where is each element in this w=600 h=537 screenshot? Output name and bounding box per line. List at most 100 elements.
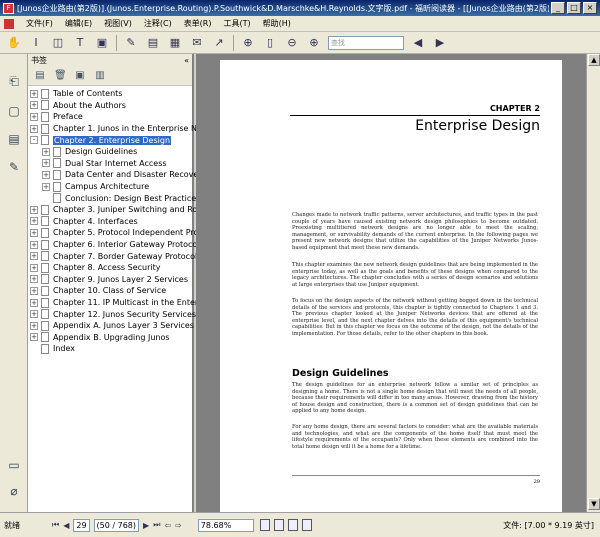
image-icon[interactable]: ▣ xyxy=(94,35,110,51)
vertical-scrollbar[interactable]: ▲ ▼ xyxy=(586,54,600,512)
expand-node-icon[interactable]: + xyxy=(30,298,38,307)
menu-help[interactable]: 帮助(H) xyxy=(257,18,297,29)
back-icon[interactable]: ◀ xyxy=(410,35,426,51)
expand-node-icon[interactable]: + xyxy=(30,252,38,261)
bookmark-item[interactable]: + Chapter 8. Access Security xyxy=(30,262,160,274)
last-page-icon[interactable]: ⏭ xyxy=(153,520,160,530)
goto-bookmark-icon[interactable]: ▥ xyxy=(94,70,106,82)
bookmark-item[interactable]: + Chapter 6. Interior Gateway Protocols xyxy=(30,239,204,251)
layers-icon[interactable]: ▤ xyxy=(6,132,22,148)
bookmark-item[interactable]: + Chapter 4. Interfaces xyxy=(30,216,138,228)
select-text-icon[interactable]: I xyxy=(28,35,44,51)
comment-icon[interactable]: ✉ xyxy=(189,35,205,51)
expand-node-icon[interactable]: + xyxy=(30,101,38,110)
maximize-button[interactable]: □ xyxy=(567,2,581,14)
expand-node-icon[interactable]: + xyxy=(30,124,38,133)
bookmark-item[interactable]: + Design Guidelines xyxy=(42,146,137,158)
arrow-icon[interactable]: ↗ xyxy=(211,35,227,51)
menu-view[interactable]: 视图(V) xyxy=(98,18,138,29)
menu-form[interactable]: 表单(R) xyxy=(178,18,218,29)
expand-node-icon[interactable]: + xyxy=(30,263,38,272)
expand-node-icon[interactable]: + xyxy=(42,170,50,179)
hand-icon[interactable]: ✋ xyxy=(6,35,22,51)
expand-node-icon[interactable]: + xyxy=(30,286,38,295)
zoom-out-icon[interactable]: ⊖ xyxy=(284,35,300,51)
zoom-in-icon[interactable]: ⊕ xyxy=(240,35,256,51)
history-back-icon[interactable]: ⇦ xyxy=(164,521,171,530)
bookmark-item[interactable]: + Appendix A. Junos Layer 3 Services xyxy=(30,320,194,332)
page-number-input[interactable]: 29 xyxy=(73,518,90,532)
menu-edit[interactable]: 编辑(E) xyxy=(59,18,98,29)
scroll-down-icon[interactable]: ▼ xyxy=(588,498,600,510)
bookmark-item[interactable]: + Chapter 10. Class of Service xyxy=(30,285,166,297)
expand-node-icon[interactable]: + xyxy=(42,182,50,191)
new-bookmark-icon[interactable]: ▤ xyxy=(34,70,46,82)
expand-node-icon[interactable]: + xyxy=(30,217,38,226)
scroll-up-icon[interactable]: ▲ xyxy=(588,54,600,66)
fit-page-icon[interactable]: ▯ xyxy=(262,35,278,51)
bookmark-item[interactable]: + Chapter 1. Junos in the Enterprise Net xyxy=(30,123,205,135)
expand-node-icon[interactable]: + xyxy=(30,112,38,121)
annotations-icon[interactable]: ✎ xyxy=(6,160,22,176)
close-button[interactable]: × xyxy=(583,2,597,14)
zoom-field[interactable]: 78.68% xyxy=(197,518,254,532)
bookmarks-icon[interactable]: ⎗ xyxy=(6,74,22,90)
typewriter-icon[interactable]: ✎ xyxy=(123,35,139,51)
minimize-button[interactable]: _ xyxy=(551,2,565,14)
bookmark-item[interactable]: + Campus Architecture xyxy=(42,181,149,193)
next-page-icon[interactable]: ▶ xyxy=(143,521,149,530)
menu-comment[interactable]: 注释(C) xyxy=(138,18,178,29)
expand-node-icon[interactable]: + xyxy=(42,159,50,168)
bookmark-item[interactable]: + About the Authors xyxy=(30,100,126,112)
bookmark-item[interactable]: + Chapter 7. Border Gateway Protocol ar xyxy=(30,250,208,262)
continuous-icon[interactable] xyxy=(273,519,284,531)
collapse-panel-button[interactable]: « xyxy=(184,56,189,65)
bookmark-item[interactable]: + Appendix B. Upgrading Junos xyxy=(30,332,170,344)
bookmark-item[interactable]: + Data Center and Disaster Recovery xyxy=(42,169,206,181)
bookmark-item[interactable]: + Preface xyxy=(30,111,83,123)
expand-bookmark-icon[interactable]: ▣ xyxy=(74,70,86,82)
bookmark-item[interactable]: - Chapter 2. Enterprise Design xyxy=(30,134,172,146)
bookmark-item[interactable]: + Chapter 12. Junos Security Services xyxy=(30,308,196,320)
note-icon[interactable]: ▦ xyxy=(167,35,183,51)
menu-file[interactable]: 文件(F) xyxy=(20,18,59,29)
bookmark-item[interactable]: + Chapter 11. IP Multicast in the Enterpr xyxy=(30,297,207,309)
paperclip-icon[interactable]: ⌀ xyxy=(6,484,22,500)
menu-tools[interactable]: 工具(T) xyxy=(218,18,257,29)
continuous-facing-icon[interactable] xyxy=(301,519,312,531)
zoom-plus-icon[interactable]: ⊕ xyxy=(306,35,322,51)
prev-page-icon[interactable]: ◀ xyxy=(63,521,69,530)
expand-node-icon[interactable]: + xyxy=(30,321,38,330)
bookmark-item[interactable]: Index xyxy=(30,343,75,355)
bookmark-item[interactable]: Conclusion: Design Best Practices xyxy=(42,192,200,204)
expand-node-icon[interactable]: + xyxy=(30,205,38,214)
pages-icon[interactable]: ▢ xyxy=(6,104,22,120)
snapshot-icon[interactable]: ◫ xyxy=(50,35,66,51)
delete-bookmark-icon[interactable]: 🗑 xyxy=(54,70,67,82)
collapse-node-icon[interactable]: - xyxy=(30,136,38,145)
expand-node-icon[interactable]: + xyxy=(30,89,38,98)
single-page-icon[interactable] xyxy=(259,519,270,531)
expand-node-icon[interactable]: + xyxy=(30,333,38,342)
expand-node-icon[interactable]: + xyxy=(30,240,38,249)
search-input[interactable]: 查找 xyxy=(328,35,404,50)
first-page-icon[interactable]: ⏮ xyxy=(52,520,59,530)
expand-node-icon[interactable]: + xyxy=(30,275,38,284)
forward-icon[interactable]: ▶ xyxy=(432,35,448,51)
bookmark-item[interactable]: + Table of Contents xyxy=(30,88,122,100)
bookmark-item[interactable]: + Chapter 5. Protocol Independent Prop xyxy=(30,227,204,239)
expand-node-icon[interactable]: + xyxy=(30,228,38,237)
document-view[interactable]: CHAPTER 2 Enterprise Design Changes made… xyxy=(196,54,586,512)
attachments-icon[interactable]: ▭ xyxy=(6,458,22,474)
expand-node-icon[interactable]: + xyxy=(30,310,38,319)
app-icon[interactable]: F xyxy=(3,2,14,14)
facing-icon[interactable] xyxy=(287,519,298,531)
bookmark-item[interactable]: + Chapter 3. Juniper Switching and Rout xyxy=(30,204,206,216)
history-forward-icon[interactable]: ⇨ xyxy=(175,521,182,530)
bookmark-item[interactable]: + Dual Star Internet Access xyxy=(42,158,167,170)
expand-node-icon[interactable]: + xyxy=(42,147,50,156)
document-menu-icon[interactable] xyxy=(4,18,14,29)
bookmark-item[interactable]: + Chapter 9. Junos Layer 2 Services xyxy=(30,274,188,286)
highlight-icon[interactable]: ▤ xyxy=(145,35,161,51)
text-tool-icon[interactable]: T xyxy=(72,35,88,51)
